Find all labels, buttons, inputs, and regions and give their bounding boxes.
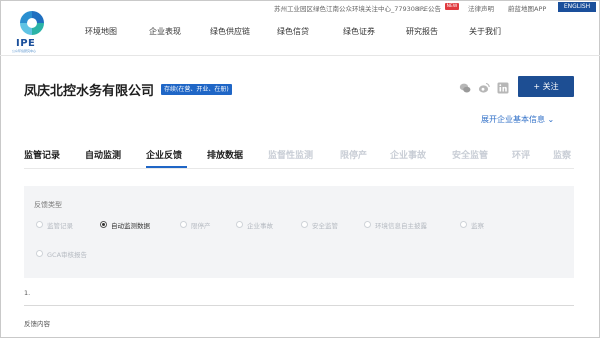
feedback-content-label: 反馈内容 — [24, 320, 50, 328]
english-button[interactable]: ENGLISH — [558, 2, 596, 12]
radio-selected[interactable] — [100, 221, 107, 228]
radio-unselected[interactable] — [236, 221, 243, 228]
tab-regulatory-records[interactable]: 监管记录 — [24, 148, 60, 161]
feedback-filter-panel: 反馈类型 监管记录 自动监测数据 限停产 企业事故 安全监管 环境信息自主披露 … — [24, 186, 574, 278]
tab-bar-divider — [24, 168, 574, 169]
nav-item-green-securities[interactable]: 绿色证券 — [343, 26, 375, 37]
tab-company-feedback[interactable]: 企业反馈 — [146, 148, 182, 161]
tab-inspection: 监察 — [553, 151, 572, 161]
nav-item-map[interactable]: 环境地图 — [85, 26, 117, 37]
nav-item-performance[interactable]: 企业表现 — [149, 26, 181, 37]
nav-item-reports[interactable]: 研究报告 — [406, 26, 438, 37]
logo-subtitle: 公众环境研究中心 — [12, 49, 37, 53]
option-label: 限停产 — [191, 222, 211, 230]
weibo-icon[interactable] — [478, 82, 490, 94]
tab-production-halt: 限停产 — [340, 151, 368, 161]
linkedin-icon[interactable] — [497, 82, 509, 94]
option-label: 安全监管 — [312, 222, 338, 230]
utility-bar: 苏州工业园区绿色江南公众环境关注中心_779308 ⌄ IPE公告 NEW 法律… — [0, 0, 600, 14]
expand-company-info-link[interactable]: 展开企业基本信息 ⌄ — [481, 114, 554, 125]
feedback-type-label: 反馈类型 — [34, 201, 62, 209]
tab-eia: 环评 — [512, 151, 531, 161]
tab-auto-monitoring[interactable]: 自动监测 — [85, 148, 121, 161]
radio-unselected[interactable] — [364, 221, 371, 228]
nav-item-supply-chain[interactable]: 绿色供应链 — [210, 26, 250, 37]
new-badge: NEW — [445, 3, 459, 10]
ipe-notice-link[interactable]: IPE公告 — [418, 3, 441, 13]
main-nav: 环境地图 企业表现 绿色供应链 绿色信贷 绿色证券 研究报告 关于我们 — [0, 26, 600, 40]
radio-unselected[interactable] — [36, 221, 43, 228]
feedback-item-number: 1. — [24, 289, 31, 297]
radio-unselected[interactable] — [180, 221, 187, 228]
option-label: 企业事故 — [247, 222, 273, 230]
tab-bar: 监管记录 自动监测 企业反馈 排放数据 监督性监测 限停产 企业事故 安全监管 … — [0, 148, 600, 170]
option-label: 监察 — [471, 222, 484, 230]
option-label: 环境信息自主披露 — [375, 222, 427, 230]
header-divider — [0, 55, 600, 56]
tab-emission-data[interactable]: 排放数据 — [207, 148, 243, 161]
option-label: 监管记录 — [47, 222, 73, 230]
radio-unselected[interactable] — [301, 221, 308, 228]
tab-safety-supervision: 安全监管 — [452, 151, 489, 161]
nav-item-about[interactable]: 关于我们 — [469, 26, 501, 37]
option-label: 自动监测数据 — [111, 222, 150, 230]
tab-supervisory-monitoring: 监督性监测 — [268, 151, 314, 161]
wechat-icon[interactable] — [459, 82, 471, 94]
radio-unselected[interactable] — [460, 221, 467, 228]
option-label: GCA审核报告 — [47, 251, 88, 259]
legal-link[interactable]: 法律声明 — [468, 3, 494, 13]
status-badge: 存续(在营、开业、在册) — [161, 84, 232, 95]
nav-item-green-credit[interactable]: 绿色信贷 — [277, 26, 309, 37]
app-link[interactable]: 蔚蓝地图APP — [508, 3, 546, 13]
location-selector[interactable]: 苏州工业园区绿色江南公众环境关注中心_779308 ⌄ — [274, 3, 427, 13]
radio-unselected[interactable] — [36, 250, 43, 257]
company-name: 凤庆北控水务有限公司 — [24, 84, 155, 99]
feedback-divider — [24, 305, 574, 306]
follow-button[interactable]: + 关注 — [518, 76, 574, 97]
tab-company-accidents: 企业事故 — [390, 151, 427, 161]
